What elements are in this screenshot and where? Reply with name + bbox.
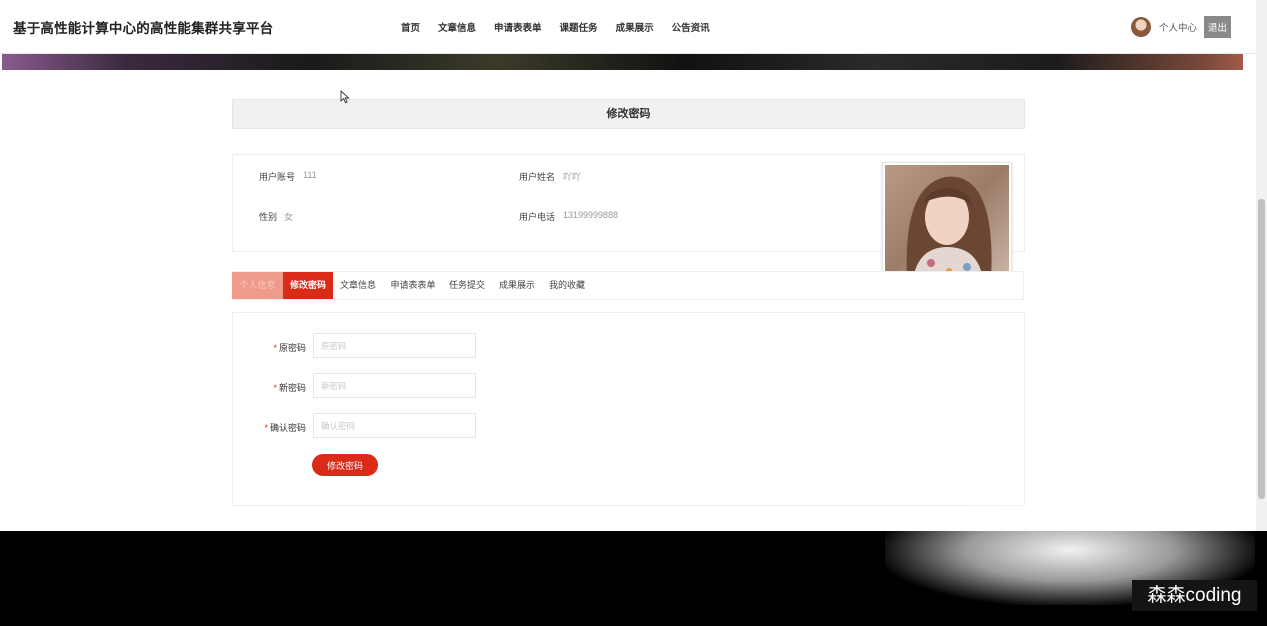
phone-value: 13199999888 (563, 210, 619, 220)
new-password-input[interactable] (313, 373, 476, 398)
name-label: 用户姓名 (519, 172, 556, 182)
user-avatar[interactable] (1131, 17, 1151, 37)
new-password-label-text: 新密码 (278, 383, 306, 393)
gender-label: 性别 (259, 212, 278, 222)
change-password-submit-button[interactable]: 修改密码 (312, 454, 378, 476)
required-mark: * (264, 423, 268, 433)
nav-item-announcements[interactable]: 公告资讯 (672, 20, 710, 34)
scrollbar-thumb[interactable] (1258, 199, 1265, 499)
tab-change-password[interactable]: 修改密码 (283, 272, 333, 299)
tab-application-forms[interactable]: 申请表表单 (387, 272, 439, 299)
account-value: 111 (303, 170, 317, 180)
watermark-label: 森森coding (1132, 580, 1257, 611)
confirm-password-input[interactable] (313, 413, 476, 438)
new-password-label: * 新密码 (236, 381, 306, 394)
account-label: 用户账号 (259, 172, 296, 182)
tab-achievements[interactable]: 成果展示 (495, 272, 539, 299)
header-user-area: 个人中心 退出 (1131, 16, 1232, 38)
required-mark: * (273, 383, 277, 393)
old-password-label-text: 原密码 (278, 343, 306, 353)
page-scrollbar[interactable] (1256, 0, 1267, 531)
profile-photo-image (885, 165, 1009, 279)
profile-photo (882, 162, 1012, 280)
tab-articles[interactable]: 文章信息 (335, 272, 381, 299)
nav-item-articles[interactable]: 文章信息 (438, 20, 476, 34)
tab-personal-info[interactable]: 个人信息 (232, 272, 283, 299)
confirm-password-label-text: 确认密码 (269, 423, 306, 433)
phone-label: 用户电话 (519, 212, 556, 222)
personal-center-link[interactable]: 个人中心 (1159, 20, 1197, 34)
banner-image (2, 53, 1243, 70)
main-nav: 首页 文章信息 申请表表单 课题任务 成果展示 公告资讯 (392, 20, 719, 34)
nav-item-project-tasks[interactable]: 课题任务 (560, 20, 598, 34)
user-tabs: 个人信息 修改密码 文章信息 申请表表单 任务提交 成果展示 我的收藏 (232, 271, 1024, 300)
nav-item-home[interactable]: 首页 (401, 20, 420, 34)
logout-button[interactable]: 退出 (1204, 16, 1232, 38)
tab-my-favorites[interactable]: 我的收藏 (545, 272, 589, 299)
old-password-label: * 原密码 (236, 341, 306, 354)
site-title: 基于高性能计算中心的高性能集群共享平台 (13, 21, 274, 36)
top-header: 基于高性能计算中心的高性能集群共享平台 首页 文章信息 申请表表单 课题任务 成… (0, 0, 1256, 54)
confirm-password-label: * 确认密码 (236, 421, 306, 434)
name-value: 吖吖 (563, 172, 582, 182)
page-title: 修改密码 (232, 99, 1025, 129)
nav-item-application-forms[interactable]: 申请表表单 (494, 20, 542, 34)
old-password-input[interactable] (313, 333, 476, 358)
required-mark: * (273, 343, 277, 353)
mouse-cursor-icon (340, 90, 350, 104)
tab-task-submission[interactable]: 任务提交 (445, 272, 489, 299)
nav-item-achievements[interactable]: 成果展示 (616, 20, 654, 34)
gender-value: 女 (284, 212, 294, 222)
